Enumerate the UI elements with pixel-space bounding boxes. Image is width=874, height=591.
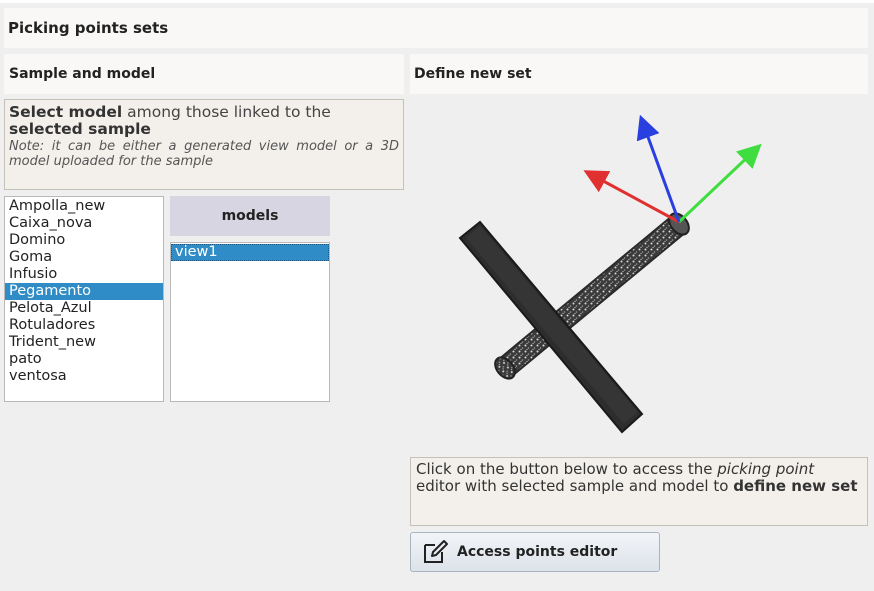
sample-item[interactable]: Domino: [5, 232, 163, 249]
editor-instructions: Click on the button below to access the …: [410, 457, 868, 526]
sample-item[interactable]: Infusio: [5, 266, 163, 283]
models-list[interactable]: view1: [170, 242, 330, 402]
model-3d-viewer[interactable]: [410, 98, 868, 450]
page-title-text: Picking points sets: [8, 19, 169, 37]
sample-item[interactable]: ventosa: [5, 368, 163, 385]
define-set-header: Define new set: [410, 54, 868, 94]
sample-model-header: Sample and model: [4, 54, 404, 94]
model-bar: [458, 220, 644, 434]
samples-list[interactable]: Ampolla_new Caixa_nova Domino Goma Infusio Pe…: [4, 196, 164, 402]
editor-instr-italic: picking point: [717, 460, 815, 478]
instr-bold-2: selected sample: [9, 120, 151, 138]
model-item[interactable]: view1: [171, 244, 329, 261]
sample-item[interactable]: Rotuladores: [5, 317, 163, 334]
editor-instr-bold: define new set: [733, 477, 858, 495]
sample-item[interactable]: pato: [5, 351, 163, 368]
sample-item[interactable]: Goma: [5, 249, 163, 266]
sample-item[interactable]: Pegamento: [5, 283, 163, 300]
y-axis-arrow: [677, 143, 762, 224]
instr-plain: among those linked to the: [122, 103, 331, 121]
instr-bold-1: Select model: [9, 103, 123, 121]
model-render: [458, 114, 762, 434]
access-points-editor-label: Access points editor: [457, 544, 618, 560]
editor-instr-2: editor with selected sample and model to: [416, 477, 734, 495]
sample-item[interactable]: Trident_new: [5, 334, 163, 351]
select-model-instructions: Select model among those linked to the s…: [4, 99, 404, 190]
editor-instr-1: Click on the button below to access the: [416, 460, 718, 478]
edit-icon: [424, 540, 448, 563]
instructions-text: Select model among those linked to the s…: [9, 104, 399, 138]
top-border: [0, 0, 874, 3]
sample-item[interactable]: Pelota_Azul: [5, 300, 163, 317]
sample-model-header-text: Sample and model: [9, 66, 156, 82]
sample-item[interactable]: Ampolla_new: [5, 198, 163, 215]
access-points-editor-button[interactable]: Access points editor: [410, 532, 660, 572]
sample-item[interactable]: Caixa_nova: [5, 215, 163, 232]
instructions-note: Note: it can be either a generated view …: [9, 139, 399, 169]
page-title: Picking points sets: [4, 8, 868, 48]
models-column-header[interactable]: models: [170, 196, 330, 236]
models-header-text: models: [221, 208, 279, 224]
define-set-header-text: Define new set: [414, 66, 532, 82]
